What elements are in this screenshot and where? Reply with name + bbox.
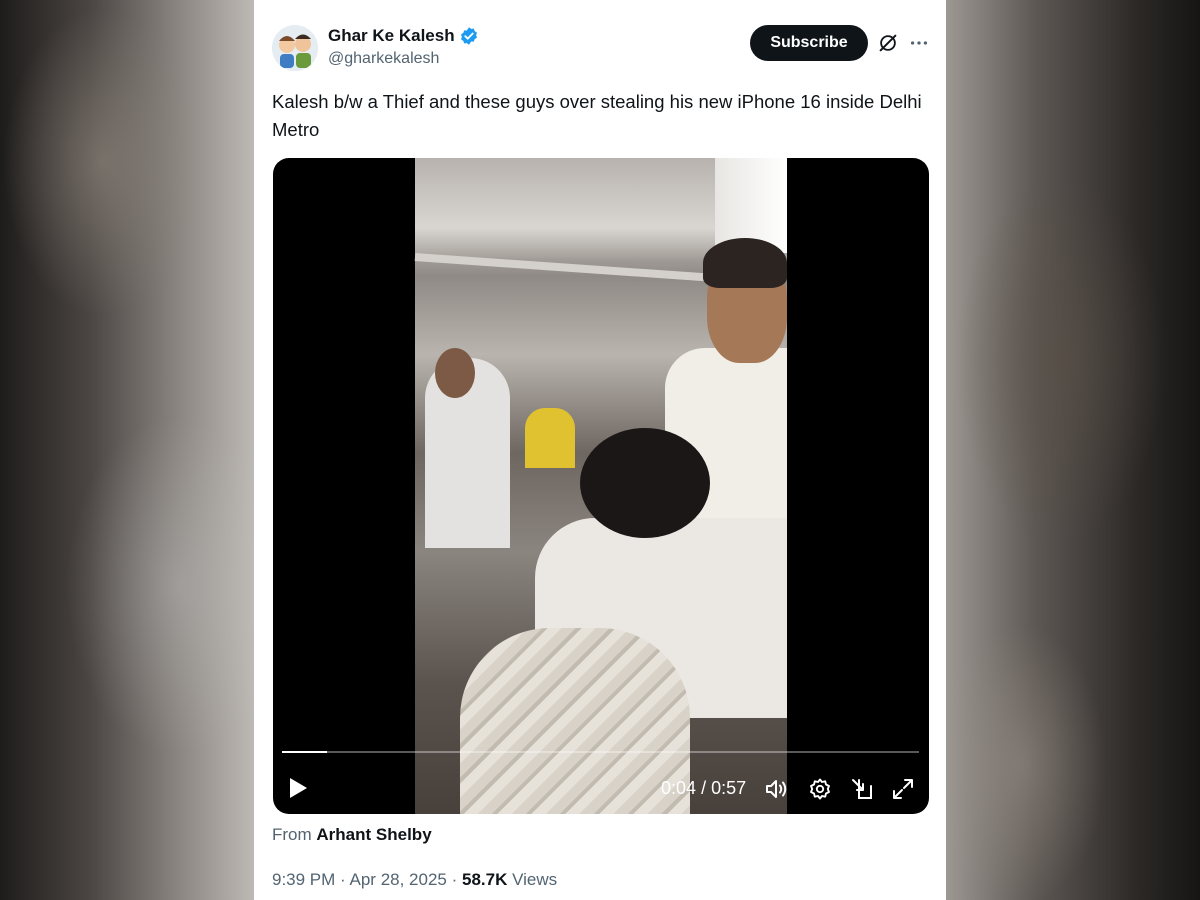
video-source-prefix: From (272, 825, 312, 844)
video-progress-fill (282, 751, 327, 753)
blurred-background-right (946, 0, 1200, 900)
video-time-readout: 0:04 / 0:57 (661, 778, 746, 799)
tweet-text: Kalesh b/w a Thief and these guys over s… (272, 91, 922, 140)
meta-separator: · (451, 870, 458, 889)
grok-icon[interactable] (877, 32, 899, 54)
video-scene-passenger-head (435, 348, 475, 398)
video-current-time: 0:04 (661, 778, 697, 798)
video-source-name[interactable]: Arhant Shelby (316, 825, 431, 844)
video-scene-dark-hair (580, 428, 710, 538)
video-time-divider: / (701, 778, 712, 798)
settings-icon[interactable] (808, 777, 832, 801)
tweet-date[interactable]: Apr 28, 2025 (350, 870, 447, 889)
video-scene-striped-shirt (460, 628, 690, 814)
subscribe-button[interactable]: Subscribe (750, 25, 868, 61)
tweet-meta: 9:39 PM · Apr 28, 2025 · 58.7K Views (272, 870, 557, 890)
author-name-row[interactable]: Ghar Ke Kalesh (328, 26, 479, 46)
views-label: Views (512, 870, 558, 889)
video-scene-yellow-shirt (525, 408, 575, 468)
meta-separator: · (340, 870, 346, 889)
video-duration: 0:57 (711, 778, 747, 798)
pip-icon[interactable] (850, 777, 874, 801)
video-scene-man-hair (703, 238, 787, 288)
fullscreen-icon[interactable] (891, 777, 915, 801)
tweet-time[interactable]: 9:39 PM (272, 870, 335, 889)
blurred-background-left (0, 0, 254, 900)
verified-badge-icon (460, 27, 477, 45)
more-icon[interactable] (908, 32, 930, 54)
avatar-cartoon-icon (272, 25, 318, 71)
video-progress-bar[interactable] (282, 751, 919, 753)
author-display-name[interactable]: Ghar Ke Kalesh (328, 26, 455, 46)
play-icon[interactable] (287, 776, 309, 800)
video-frame[interactable] (414, 158, 787, 814)
video-player[interactable]: 0:04 / 0:57 (273, 158, 929, 814)
views-count: 58.7K (462, 870, 508, 889)
volume-icon[interactable] (765, 778, 789, 800)
avatar[interactable] (272, 25, 318, 71)
video-source: From Arhant Shelby (272, 825, 432, 845)
author-handle[interactable]: @gharkekalesh (328, 50, 439, 68)
tweet-card: Ghar Ke Kalesh @gharkekalesh Subscribe K… (254, 0, 946, 900)
